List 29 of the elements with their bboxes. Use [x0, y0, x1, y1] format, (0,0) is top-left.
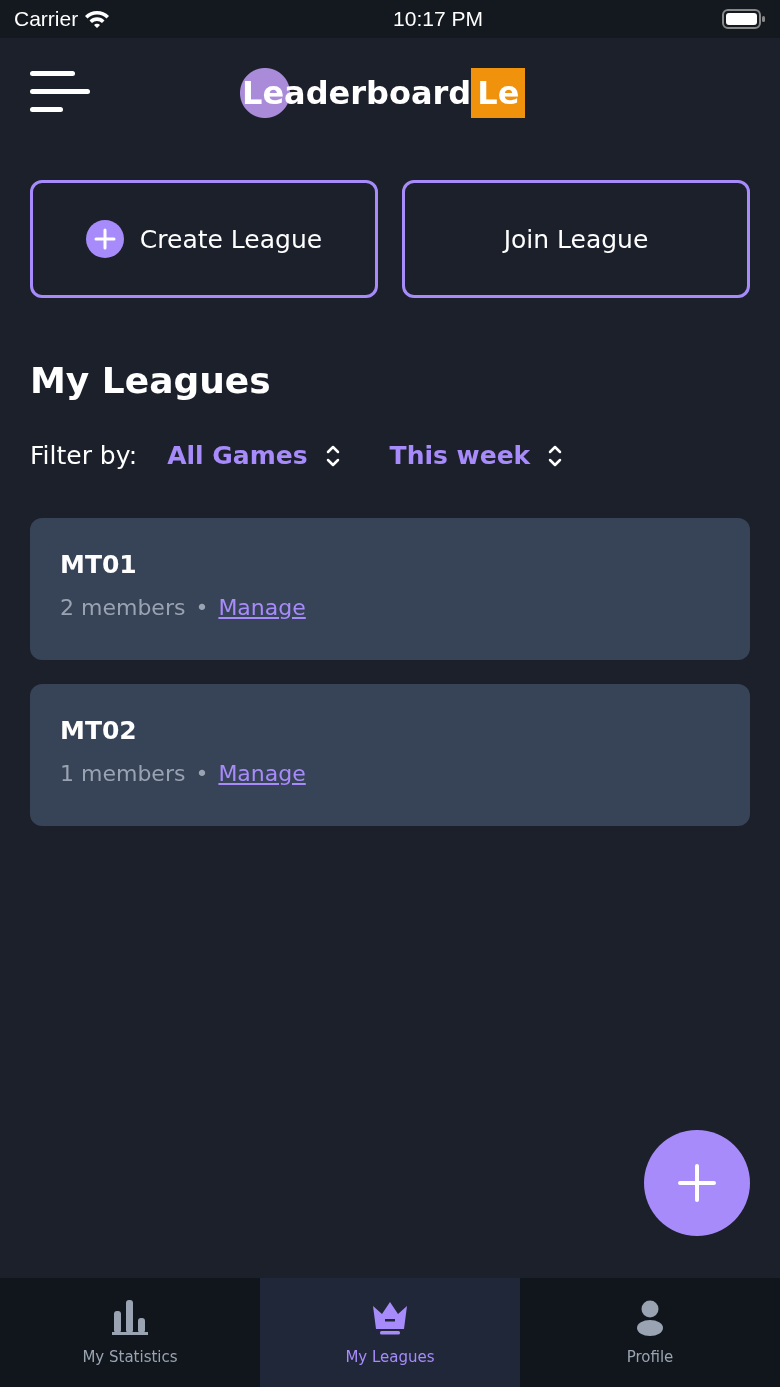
league-card[interactable]: MT01 2 members • Manage	[30, 518, 750, 660]
clock-time: 10:17 PM	[393, 7, 483, 31]
filter-dropdown[interactable]: This week	[389, 441, 563, 470]
sort-icon	[325, 443, 340, 468]
member-count: 1 members	[60, 761, 186, 786]
bar-chart-icon	[111, 1299, 149, 1336]
filter-label: Filter by:	[30, 441, 138, 470]
sort-icon	[548, 443, 563, 468]
league-name: MT02	[60, 716, 138, 745]
section-title: My Leagues	[30, 360, 272, 401]
league-name: MT01	[60, 550, 138, 579]
person-icon	[636, 1299, 664, 1336]
plus-icon	[85, 220, 124, 258]
plus-icon	[678, 1164, 716, 1202]
menu-icon[interactable]	[30, 71, 90, 113]
carrier-name: Carrier	[14, 7, 79, 31]
wifi-icon	[84, 9, 111, 29]
manage-link[interactable]: Manage	[218, 761, 306, 786]
separator-dot: •	[195, 761, 209, 786]
member-count: 2 members	[60, 595, 186, 620]
filter-dropdown[interactable]: All Games	[167, 441, 340, 470]
create-league-button[interactable]: Create League	[30, 180, 378, 298]
nav-tab[interactable]: My Leagues	[260, 1278, 520, 1387]
join-league-button[interactable]: Join League	[402, 180, 750, 298]
logo-badge: Le	[471, 68, 526, 118]
league-card[interactable]: MT02 1 members • Manage	[30, 684, 750, 826]
manage-link[interactable]: Manage	[218, 595, 306, 620]
separator-dot: •	[195, 595, 209, 620]
battery-icon	[722, 8, 766, 30]
